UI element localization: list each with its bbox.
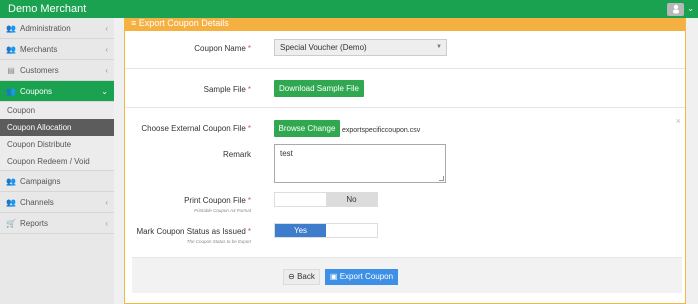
sidebar-item-label: Reports <box>20 219 49 228</box>
back-arrow-icon: ⊖ <box>288 272 295 281</box>
sidebar-item-coupons[interactable]: 👥 Coupons ⌄ <box>0 81 114 102</box>
users-icon: 👥 <box>6 198 16 207</box>
print-coupon-file-label: Print Coupon File * <box>184 196 251 205</box>
chevron-down-icon[interactable]: ⌄ <box>687 3 694 15</box>
sidebar-item-label: Customers <box>20 66 59 75</box>
chevron-left-icon: ‹ <box>105 66 108 75</box>
required-marker: * <box>247 85 251 94</box>
sidebar-item-label: Campaigns <box>20 177 61 186</box>
sidebar-subitem-coupon-redeem-void[interactable]: Coupon Redeem / Void <box>0 153 114 170</box>
resize-handle[interactable] <box>439 176 444 181</box>
sample-file-label: Sample File * <box>203 85 251 94</box>
user-menu-button[interactable] <box>667 3 684 16</box>
sidebar-item-channels[interactable]: 👥 Channels ‹ <box>0 192 114 213</box>
divider <box>125 107 685 108</box>
users-icon: 👥 <box>6 87 16 96</box>
sidebar-item-label: Administration <box>20 24 71 33</box>
required-marker: * <box>247 44 251 53</box>
print-coupon-file-hint: Printable Coupon A4 Format <box>194 208 251 213</box>
coupon-name-label: Coupon Name * <box>194 44 251 53</box>
export-icon: ▣ <box>329 272 338 281</box>
chevron-left-icon: ‹ <box>105 198 108 207</box>
user-icon <box>672 4 679 14</box>
required-marker: * <box>247 124 251 133</box>
sidebar-item-administration[interactable]: 👥 Administration ‹ <box>0 18 114 39</box>
sidebar-item-campaigns[interactable]: 👥 Campaigns <box>0 171 114 192</box>
divider <box>125 68 685 69</box>
back-button[interactable]: ⊖ Back <box>283 269 320 285</box>
users-icon: 👥 <box>6 45 16 54</box>
export-coupon-panel: ≡ Export Coupon Details Coupon Name * Spe… <box>124 18 686 304</box>
browse-change-button[interactable]: Browse Change <box>274 120 340 137</box>
toggle-yes-option[interactable]: Yes <box>275 224 326 237</box>
app-title: Demo Merchant <box>8 3 87 15</box>
close-icon[interactable]: × <box>676 116 681 126</box>
sidebar-item-label: Merchants <box>20 45 58 54</box>
print-coupon-file-toggle[interactable]: No <box>274 192 378 207</box>
panel-title: ≡ Export Coupon Details <box>125 18 685 31</box>
coupons-submenu: Coupon Coupon Allocation Coupon Distribu… <box>0 102 114 171</box>
cart-icon: 🛒 <box>6 219 16 228</box>
sidebar-item-merchants[interactable]: 👥 Merchants ‹ <box>0 39 114 60</box>
chevron-down-icon: ⌄ <box>101 87 108 96</box>
top-bar: Demo Merchant ⌄ <box>0 0 698 18</box>
chevron-left-icon: ‹ <box>105 45 108 54</box>
id-card-icon: ▤ <box>7 66 15 75</box>
coupon-name-select[interactable]: Special Voucher (Demo) ▼ <box>274 39 447 56</box>
mark-coupon-status-label: Mark Coupon Status as Issued * <box>136 227 251 236</box>
users-icon: 👥 <box>6 177 16 186</box>
toggle-no-option[interactable]: No <box>326 193 377 206</box>
remark-label: Remark <box>222 150 251 159</box>
chevron-left-icon: ‹ <box>105 219 108 228</box>
remark-textarea[interactable]: test <box>274 144 446 183</box>
choose-file-label: Choose External Coupon File * <box>141 124 251 133</box>
sidebar-item-reports[interactable]: 🛒 Reports ‹ <box>0 213 114 234</box>
mark-coupon-status-toggle[interactable]: Yes <box>274 223 378 238</box>
sidebar-subitem-coupon-allocation[interactable]: Coupon Allocation <box>0 119 114 136</box>
sidebar-subitem-coupon-distribute[interactable]: Coupon Distribute <box>0 136 114 153</box>
sidebar-item-label: Channels <box>20 198 54 207</box>
form-footer: ⊖ Back ▣ Export Coupon <box>132 257 682 293</box>
required-marker: * <box>247 227 251 236</box>
sidebar-subitem-coupon[interactable]: Coupon <box>0 102 114 119</box>
selected-file-name: exportspecificcoupon.csv <box>342 127 421 134</box>
download-sample-file-button[interactable]: Download Sample File <box>274 80 364 97</box>
sidebar: 👥 Administration ‹ 👥 Merchants ‹ ▤ Custo… <box>0 18 114 304</box>
sidebar-item-label: Coupons <box>20 87 53 96</box>
export-coupon-button[interactable]: ▣ Export Coupon <box>325 269 398 285</box>
required-marker: * <box>247 196 251 205</box>
users-icon: 👥 <box>6 24 16 33</box>
chevron-left-icon: ‹ <box>105 24 108 33</box>
mark-coupon-status-hint: The Coupon Status to be Export <box>186 239 251 244</box>
dropdown-arrow-icon: ▼ <box>436 44 442 50</box>
sidebar-item-customers[interactable]: ▤ Customers ‹ <box>0 60 114 81</box>
